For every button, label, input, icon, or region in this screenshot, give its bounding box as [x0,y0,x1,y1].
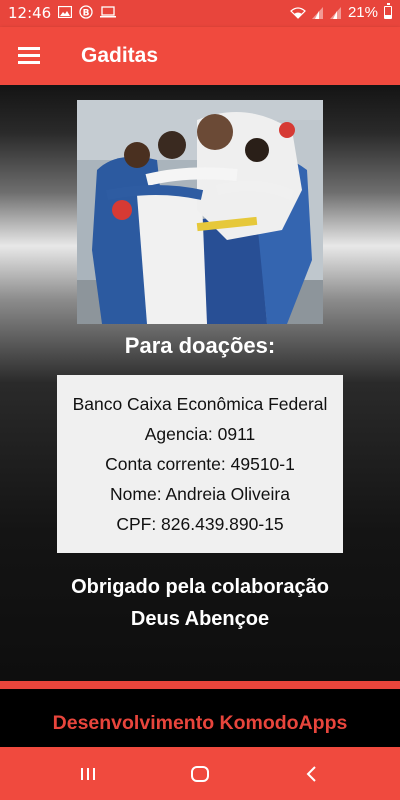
signal-icon [329,6,341,19]
back-icon[interactable] [299,761,325,787]
battery-percentage: 21% [347,4,378,21]
account-holder-cpf: CPF: 826.439.890-15 [116,513,284,534]
status-time: 12:46 [8,4,52,22]
developer-credit: Desenvolvimento KomodoApps [52,711,348,734]
donations-title: Para doações: [124,333,276,358]
thanks-message: Obrigado pela colaboração Deus Abençoe [0,571,400,635]
bank-details-card: Banco Caixa Econômica Federal Agencia: 0… [57,375,343,553]
bank-agency: Agencia: 0911 [144,423,256,444]
recent-apps-icon[interactable] [75,761,101,787]
b-icon: B [79,5,93,19]
bank-name: Banco Caixa Econômica Federal [72,393,328,414]
home-icon[interactable] [187,761,213,787]
footer: Desenvolvimento KomodoApps [0,699,400,747]
thanks-line-2: Deus Abençoe [130,608,270,630]
wifi-icon [290,6,306,19]
app-bar: Gaditas [0,27,400,85]
footer-divider [0,681,400,689]
team-huddle-photo [77,100,323,324]
laptop-icon [100,6,116,18]
account-holder-name: Nome: Andreia Oliveira [110,483,290,504]
signal-icon [311,6,323,19]
navigation-bar [0,747,400,800]
system-status: 21% [290,3,392,21]
battery-icon [384,3,392,19]
svg-text:B: B [83,9,90,19]
main-content: Para doações: Banco Caixa Econômica Fede… [0,85,400,681]
bank-account: Conta corrente: 49510-1 [105,453,295,474]
photo-illustration [77,100,323,324]
app-title: Gaditas [81,44,159,67]
image-icon [58,6,72,18]
thanks-line-1: Obrigado pela colaboração [71,576,329,598]
hamburger-menu-icon[interactable] [18,45,42,65]
notification-icons: B [58,5,116,19]
status-bar: 12:46 B 21% [0,0,400,27]
